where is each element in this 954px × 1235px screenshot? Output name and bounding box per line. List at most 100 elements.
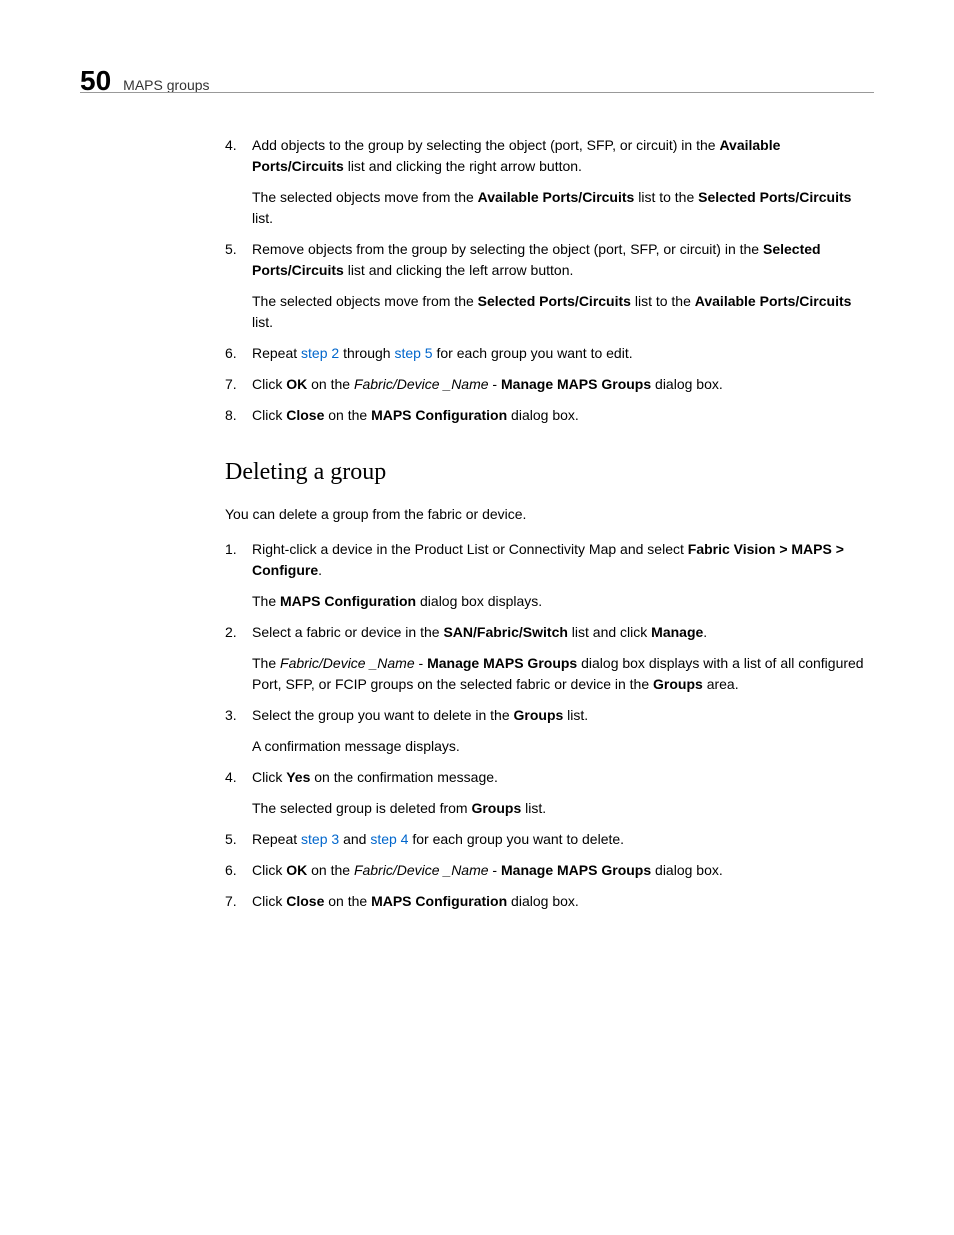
list-item: 5.Remove objects from the group by selec… [225, 239, 869, 333]
text: The [252, 655, 280, 671]
bold-text: Yes [286, 769, 310, 785]
text: dialog box. [507, 893, 579, 909]
list-item: 7.Click OK on the Fabric/Device _Name - … [225, 374, 869, 395]
bold-text: Selected Ports/Circuits [698, 189, 851, 205]
bold-text: Groups [514, 707, 564, 723]
page-number: 50 [80, 60, 111, 102]
list-body: Select a fabric or device in the SAN/Fab… [252, 622, 869, 695]
bold-text: Manage MAPS Groups [501, 862, 651, 878]
bold-text: Close [286, 407, 324, 423]
text: on the [324, 893, 371, 909]
cross-reference-link[interactable]: step 4 [370, 831, 408, 847]
text: dialog box. [507, 407, 579, 423]
bold-text: Groups [471, 800, 521, 816]
text: The selected objects move from the [252, 189, 478, 205]
text: list and clicking the right arrow button… [344, 158, 582, 174]
paragraph: Click OK on the Fabric/Device _Name - Ma… [252, 374, 869, 395]
paragraph: Click Yes on the confirmation message. [252, 767, 869, 788]
bold-text: MAPS Configuration [280, 593, 416, 609]
list-item: 2.Select a fabric or device in the SAN/F… [225, 622, 869, 695]
list-number: 7. [225, 374, 252, 395]
page-header: 50 MAPS groups [80, 60, 210, 102]
paragraph: Repeat step 2 through step 5 for each gr… [252, 343, 869, 364]
list-item: 7.Click Close on the MAPS Configuration … [225, 891, 869, 912]
text: Select a fabric or device in the [252, 624, 443, 640]
bold-text: Groups [653, 676, 703, 692]
text: A confirmation message displays. [252, 738, 460, 754]
cross-reference-link[interactable]: step 3 [301, 831, 339, 847]
list-number: 6. [225, 860, 252, 881]
text: list and click [568, 624, 651, 640]
text: through [339, 345, 394, 361]
text: - [415, 655, 427, 671]
text: for each group you want to edit. [433, 345, 633, 361]
list-item: 4.Click Yes on the confirmation message.… [225, 767, 869, 819]
text: Repeat [252, 345, 301, 361]
text: and [339, 831, 370, 847]
list-item: 1.Right-click a device in the Product Li… [225, 539, 869, 612]
text: on the [324, 407, 371, 423]
text: Click [252, 407, 286, 423]
text: The [252, 593, 280, 609]
text: dialog box displays. [416, 593, 542, 609]
list-number: 5. [225, 829, 252, 850]
text: Add objects to the group by selecting th… [252, 137, 719, 153]
italic-text: Fabric/Device _Name [354, 862, 489, 878]
cross-reference-link[interactable]: step 2 [301, 345, 339, 361]
list-item: 6.Repeat step 2 through step 5 for each … [225, 343, 869, 364]
section-heading: Deleting a group [225, 454, 869, 490]
paragraph: Select the group you want to delete in t… [252, 705, 869, 726]
list-body: Add objects to the group by selecting th… [252, 135, 869, 229]
paragraph: Select a fabric or device in the SAN/Fab… [252, 622, 869, 643]
text: . [318, 562, 322, 578]
text: Click [252, 862, 286, 878]
list-body: Click Yes on the confirmation message. Th… [252, 767, 869, 819]
text: dialog box. [651, 376, 723, 392]
text: on the [307, 376, 354, 392]
bold-text: Selected Ports/Circuits [478, 293, 631, 309]
text: Repeat [252, 831, 301, 847]
text: . [703, 624, 707, 640]
bold-text: Available Ports/Circuits [478, 189, 635, 205]
text: on the [307, 862, 354, 878]
list-number: 2. [225, 622, 252, 695]
list-number: 1. [225, 539, 252, 612]
section-1-list: 4.Add objects to the group by selecting … [225, 135, 869, 426]
text: list. [521, 800, 546, 816]
text: The selected objects move from the [252, 293, 478, 309]
list-item: 6.Click OK on the Fabric/Device _Name - … [225, 860, 869, 881]
list-body: Remove objects from the group by selecti… [252, 239, 869, 333]
bold-text: Manage [651, 624, 703, 640]
text: Click [252, 893, 286, 909]
list-body: Click OK on the Fabric/Device _Name - Ma… [252, 860, 869, 881]
text: - [489, 376, 501, 392]
list-number: 8. [225, 405, 252, 426]
list-number: 4. [225, 767, 252, 819]
text: The selected group is deleted from [252, 800, 471, 816]
bold-text: Manage MAPS Groups [427, 655, 577, 671]
text: list. [252, 314, 273, 330]
paragraph: The selected group is deleted from Group… [252, 798, 869, 819]
text: - [489, 862, 501, 878]
section-2-list: 1.Right-click a device in the Product Li… [225, 539, 869, 912]
text: Click [252, 376, 286, 392]
paragraph: The selected objects move from the Selec… [252, 291, 869, 333]
bold-text: OK [286, 376, 307, 392]
text: list. [252, 210, 273, 226]
list-number: 7. [225, 891, 252, 912]
list-body: Repeat step 2 through step 5 for each gr… [252, 343, 869, 364]
list-number: 4. [225, 135, 252, 229]
cross-reference-link[interactable]: step 5 [394, 345, 432, 361]
paragraph: The selected objects move from the Avail… [252, 187, 869, 229]
paragraph: A confirmation message displays. [252, 736, 869, 757]
text: for each group you want to delete. [408, 831, 624, 847]
paragraph: The Fabric/Device _Name - Manage MAPS Gr… [252, 653, 869, 695]
bold-text: Manage MAPS Groups [501, 376, 651, 392]
page-content: 4.Add objects to the group by selecting … [225, 135, 869, 922]
paragraph: Click Close on the MAPS Configuration di… [252, 405, 869, 426]
paragraph: Click OK on the Fabric/Device _Name - Ma… [252, 860, 869, 881]
italic-text: Fabric/Device _Name [280, 655, 415, 671]
list-number: 5. [225, 239, 252, 333]
list-body: Repeat step 3 and step 4 for each group … [252, 829, 869, 850]
list-item: 8.Click Close on the MAPS Configuration … [225, 405, 869, 426]
